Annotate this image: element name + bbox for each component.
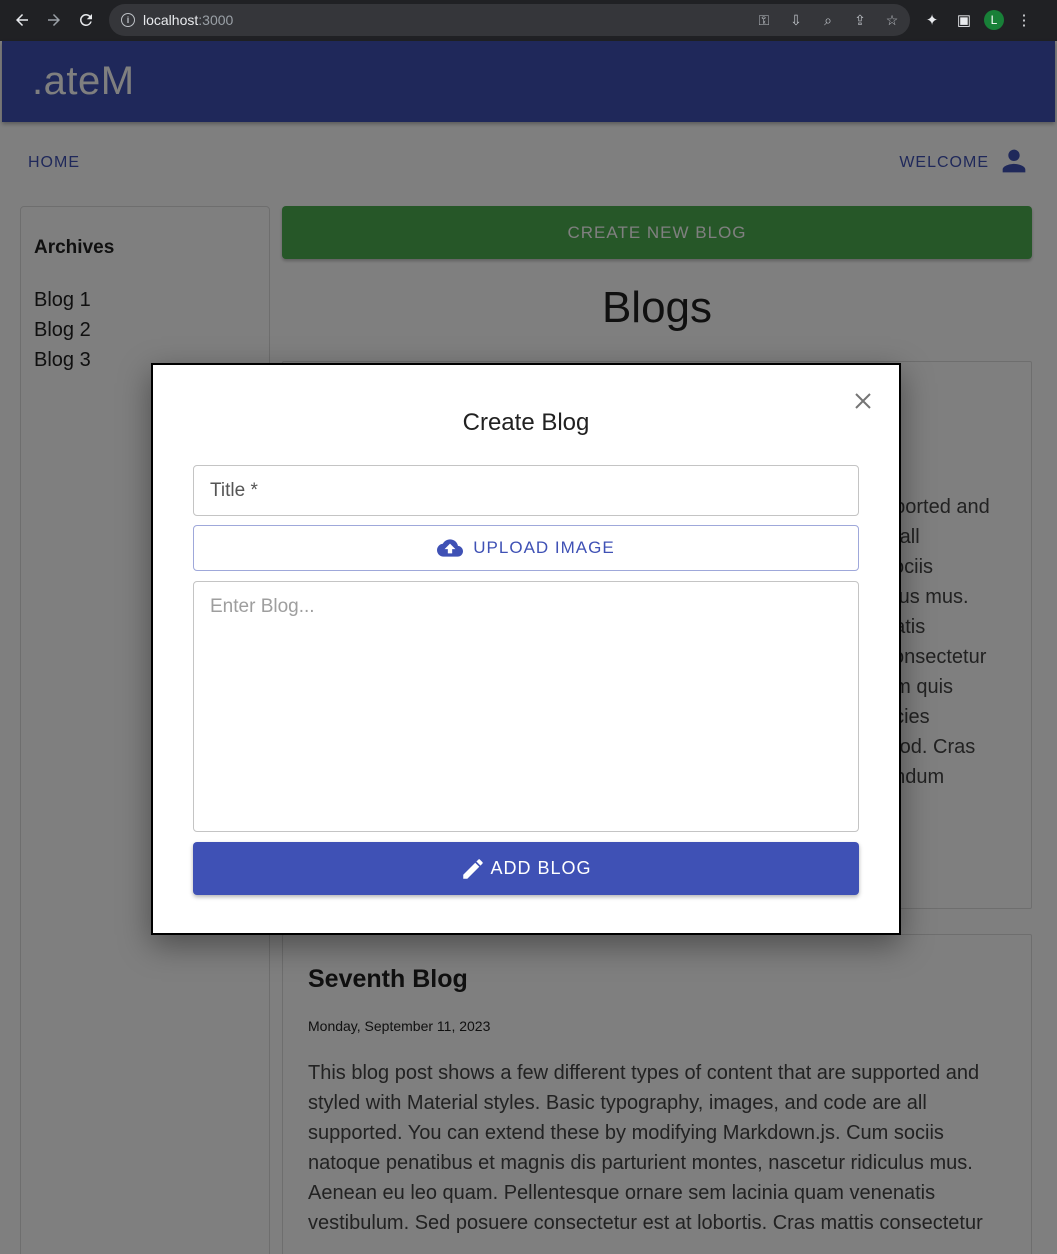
install-icon[interactable]: ⇩: [786, 12, 806, 29]
pencil-icon: [463, 858, 484, 879]
title-input[interactable]: [194, 466, 858, 515]
key-icon[interactable]: ⚿: [754, 12, 774, 29]
upload-image-button[interactable]: UPLOAD IMAGE: [193, 525, 859, 571]
upload-image-label: UPLOAD IMAGE: [473, 538, 615, 557]
dialog-title: Create Blog: [462, 409, 590, 436]
browser-toolbar: i localhost:3000 ⚿ ⇩ ⌕ ⇪ ☆ ✦ ▣ L ⋮: [0, 0, 1057, 41]
zoom-icon[interactable]: ⌕: [818, 12, 838, 29]
extensions-icon[interactable]: ✦: [920, 11, 944, 29]
share-icon[interactable]: ⇪: [850, 12, 870, 29]
url-host: localhost: [143, 12, 199, 28]
add-blog-button[interactable]: ADD BLOG: [193, 842, 859, 895]
create-blog-dialog: Create Blog UPLOAD IMAGE ADD BLOG: [151, 363, 901, 935]
bookmark-star-icon[interactable]: ☆: [882, 12, 902, 29]
blog-content-textarea[interactable]: [194, 582, 858, 831]
address-bar[interactable]: i localhost:3000 ⚿ ⇩ ⌕ ⇪ ☆: [109, 4, 910, 36]
back-icon[interactable]: [6, 4, 38, 36]
add-blog-label: ADD BLOG: [490, 858, 592, 878]
site-info-icon[interactable]: i: [121, 13, 135, 27]
blog-content-field[interactable]: [193, 581, 859, 832]
forward-icon[interactable]: [38, 4, 70, 36]
cloud-upload-icon: [437, 539, 464, 557]
reload-icon[interactable]: [70, 4, 102, 36]
title-field[interactable]: [193, 465, 859, 516]
side-panel-icon[interactable]: ▣: [952, 11, 976, 29]
profile-avatar[interactable]: L: [984, 10, 1004, 30]
url-port: :3000: [198, 12, 234, 28]
menu-kebab-icon[interactable]: ⋮: [1012, 11, 1036, 29]
